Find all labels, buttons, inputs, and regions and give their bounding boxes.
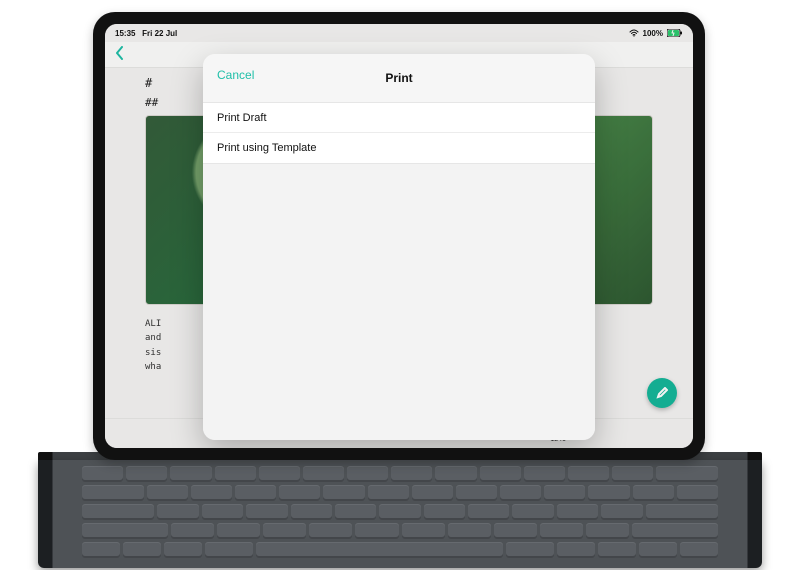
sheet-item-label: Print using Template (217, 142, 316, 154)
sheet-list: Print Draft Print using Template (203, 102, 595, 164)
ipad-frame: 15:35 Fri 22 Jul 100% # (93, 12, 705, 460)
sheet-body (203, 164, 595, 440)
print-template-option[interactable]: Print using Template (203, 133, 595, 163)
screen: 15:35 Fri 22 Jul 100% # (105, 24, 693, 448)
print-sheet: Cancel Print Print Draft Print using Tem… (203, 54, 595, 440)
cancel-button[interactable]: Cancel (217, 68, 254, 82)
sheet-title: Print (385, 71, 412, 85)
sheet-item-label: Print Draft (217, 112, 267, 124)
keyboard (38, 460, 762, 568)
print-draft-option[interactable]: Print Draft (203, 103, 595, 133)
sheet-header: Cancel Print (203, 54, 595, 102)
